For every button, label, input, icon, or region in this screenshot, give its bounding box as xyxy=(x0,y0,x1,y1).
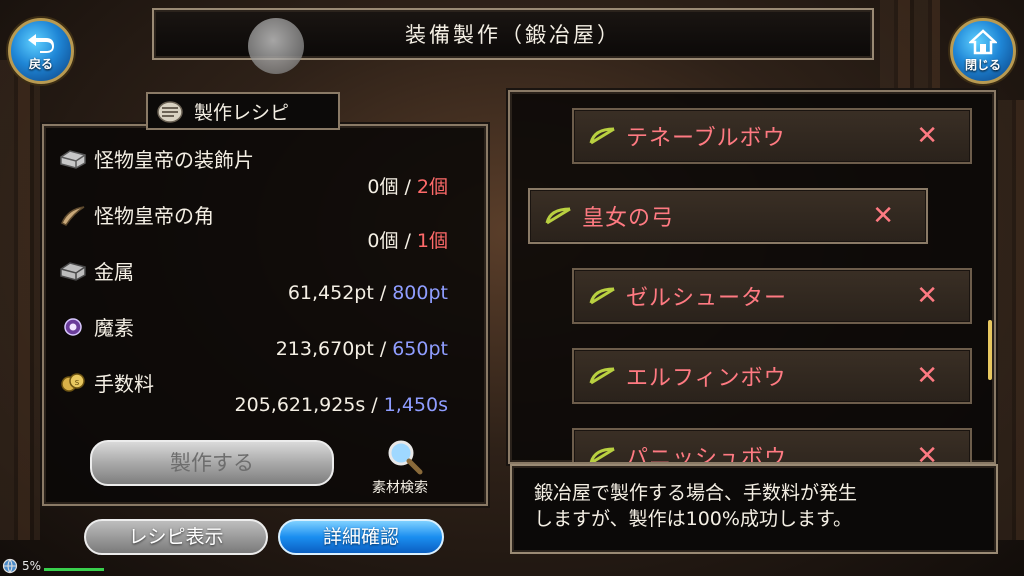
qty-separator: / xyxy=(404,176,411,198)
qty-separator: / xyxy=(379,338,387,360)
recipe-panel-header: 製作レシピ xyxy=(146,92,340,130)
close-button[interactable]: 閉じる xyxy=(950,18,1016,84)
bow-icon xyxy=(589,447,615,462)
recipe-name: パニッシュボウ xyxy=(626,446,788,464)
material-qty-5: 205,621,925s/1,450s xyxy=(235,394,448,416)
background-bookshelf-left xyxy=(0,60,40,540)
recipe-list-panel[interactable]: テネーブルボウ ✕ 皇女の弓 ✕ ゼルシューター ✕ エルフィンボウ ✕ パニッ… xyxy=(508,90,996,464)
coins-icon: s xyxy=(61,372,85,392)
material-need: 650pt xyxy=(392,338,448,360)
scroll-icon xyxy=(157,101,183,123)
info-line-2: しますが、製作は100%成功します。 xyxy=(534,508,853,530)
recipe-list-item[interactable]: テネーブルボウ ✕ xyxy=(572,108,972,164)
bow-icon xyxy=(589,287,615,305)
material-need: 1個 xyxy=(416,230,448,252)
material-name-3: 金属 xyxy=(58,256,134,285)
detail-confirm-label: 詳細確認 xyxy=(322,526,399,548)
material-label: 金属 xyxy=(94,260,134,284)
close-label: 閉じる xyxy=(964,58,1001,72)
material-qty-2: 0個/1個 xyxy=(367,226,448,253)
recipe-list-scrollbar[interactable] xyxy=(988,320,992,380)
material-need: 1,450s xyxy=(383,394,448,416)
metal-ingot-icon xyxy=(60,261,86,281)
material-name-4: 魔素 xyxy=(58,312,134,341)
unavailable-mark: ✕ xyxy=(916,361,938,391)
background-bookshelf-top xyxy=(880,0,940,90)
material-have: 205,621,925s xyxy=(234,394,366,416)
recipe-list-item[interactable]: エルフィンボウ ✕ xyxy=(572,348,972,404)
material-qty-4: 213,670pt/650pt xyxy=(276,338,448,360)
recipe-name: テネーブルボウ xyxy=(626,126,786,151)
status-indicator: 5% xyxy=(2,556,41,576)
material-name-1: 怪物皇帝の装飾片 xyxy=(58,144,254,173)
status-percent: 5% xyxy=(22,559,42,573)
show-recipe-label: レシピ表示 xyxy=(128,526,224,548)
bow-icon xyxy=(589,127,615,145)
silver-ingot-icon xyxy=(60,149,86,169)
status-progress-bar xyxy=(44,568,104,571)
horn-icon xyxy=(61,205,85,226)
material-search-label: 素材検索 xyxy=(372,480,428,496)
page-title: 装備製作（鍛冶屋） xyxy=(405,23,621,47)
recipe-name: エルフィンボウ xyxy=(626,366,787,391)
material-label: 魔素 xyxy=(94,316,134,340)
globe-icon xyxy=(2,558,18,574)
material-label: 怪物皇帝の装飾片 xyxy=(94,148,254,172)
unavailable-mark: ✕ xyxy=(916,281,938,311)
material-label: 手数料 xyxy=(94,372,154,396)
virtual-joystick[interactable] xyxy=(248,18,304,74)
unavailable-mark: ✕ xyxy=(916,441,938,464)
material-name-5: s 手数料 xyxy=(58,368,154,397)
material-qty-1: 0個/2個 xyxy=(367,172,448,199)
back-label: 戻る xyxy=(28,57,53,71)
unavailable-mark: ✕ xyxy=(916,121,938,151)
background-bookshelf-right xyxy=(998,100,1024,540)
recipe-list-item[interactable]: ゼルシューター ✕ xyxy=(572,268,972,324)
material-name-2: 怪物皇帝の角 xyxy=(58,200,214,229)
back-button[interactable]: 戻る xyxy=(8,18,74,84)
bow-icon xyxy=(589,367,615,385)
bow-icon xyxy=(545,207,571,225)
craft-button[interactable]: 製作する xyxy=(90,440,334,486)
craft-button-label: 製作する xyxy=(170,451,254,475)
material-need: 800pt xyxy=(392,282,448,304)
material-label: 怪物皇帝の角 xyxy=(94,204,214,228)
recipe-name: 皇女の弓 xyxy=(582,206,675,231)
qty-separator: / xyxy=(371,394,378,416)
qty-separator: / xyxy=(379,282,387,304)
magnifier-icon xyxy=(388,440,423,475)
qty-separator: / xyxy=(404,230,411,252)
mana-orb-icon xyxy=(64,317,82,336)
home-icon xyxy=(969,29,997,55)
info-line-1: 鍛冶屋で製作する場合、手数料が発生 xyxy=(534,482,858,504)
svg-text:s: s xyxy=(75,378,80,388)
material-need: 2個 xyxy=(416,176,448,198)
material-have: 213,670pt xyxy=(275,338,374,360)
show-recipe-button[interactable]: レシピ表示 xyxy=(84,519,268,555)
recipe-name: ゼルシューター xyxy=(626,286,788,311)
recipe-list-item[interactable]: パニッシュボウ ✕ xyxy=(572,428,972,464)
info-message-box: 鍛冶屋で製作する場合、手数料が発生 しますが、製作は100%成功します。 xyxy=(510,464,998,554)
detail-confirm-button[interactable]: 詳細確認 xyxy=(278,519,444,555)
recipe-panel-title: 製作レシピ xyxy=(194,101,290,124)
material-have: 0個 xyxy=(367,230,399,252)
material-have: 0個 xyxy=(367,176,399,198)
back-arrow-icon xyxy=(28,34,54,53)
unavailable-mark: ✕ xyxy=(872,201,894,231)
material-have: 61,452pt xyxy=(287,282,374,304)
material-qty-3: 61,452pt/800pt xyxy=(288,282,448,304)
recipe-list-item-selected[interactable]: 皇女の弓 ✕ xyxy=(528,188,928,244)
